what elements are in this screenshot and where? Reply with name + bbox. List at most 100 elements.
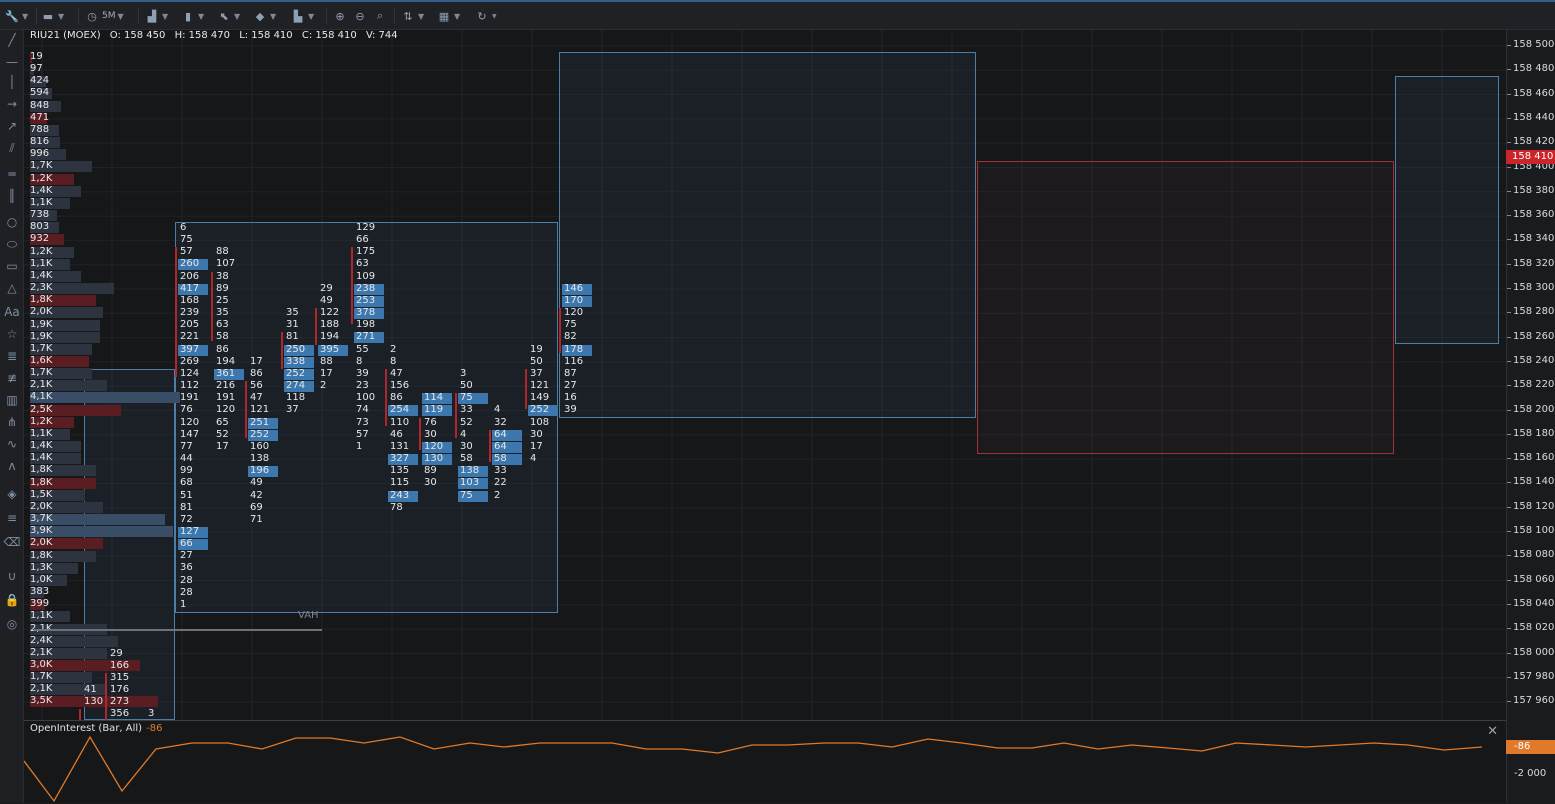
footprint-volume: 47 (390, 367, 403, 379)
profile-volume-label: 3,7K (30, 513, 53, 525)
zoom-in-button[interactable]: ⊕ (332, 6, 348, 26)
magnet-icon[interactable]: ∪ (4, 568, 20, 584)
footprint-volume: 269 (180, 355, 200, 367)
footprint-volume: 58 (460, 453, 473, 465)
delta-bar (315, 308, 317, 345)
profile-volume-label: 1,8K (30, 464, 53, 476)
footprint-volume: 1 (356, 440, 363, 452)
zoom-reset-button[interactable]: ⌕ (372, 6, 388, 26)
delta-bar (281, 332, 283, 369)
footprint-chart[interactable]: 19 97 424 594 848 471 788 816 996 1,7K 1,2K 1,4K 1,1… (24, 30, 1506, 720)
profile-volume-label: 3,9K (30, 525, 53, 537)
timeframe-selector[interactable]: ◷ 5M ▼ (84, 6, 123, 26)
vertical-line-icon[interactable]: │ (4, 74, 20, 90)
rectangle-icon[interactable]: ▭ (4, 258, 20, 274)
profile-volume-label: 848 (30, 99, 50, 111)
vah-line (34, 629, 322, 631)
footprint-volume: 239 (180, 307, 200, 319)
price-tick: 158 100 (1506, 525, 1555, 536)
horizontal-channel-icon[interactable]: ═ (4, 166, 20, 182)
ray-icon[interactable]: → (4, 96, 20, 112)
chevron-down-icon: ▼ (492, 12, 497, 20)
current-price-tag: 158 410 (1506, 150, 1555, 164)
channel-icon[interactable]: ⫽ (4, 140, 20, 156)
chevron-down-icon: ▼ (270, 11, 277, 21)
eraser-icon[interactable]: ⌫ (4, 534, 21, 550)
footprint-volume: 28 (180, 574, 193, 586)
text-icon[interactable]: Aa (4, 304, 20, 320)
footprint-volume: 75 (564, 319, 577, 331)
footprint-volume: 58 (216, 331, 229, 343)
footprint-volume: 254 (390, 404, 410, 416)
footprint-volume: 30 (424, 428, 437, 440)
footprint-volume: 122 (320, 307, 340, 319)
profile-volume-label: 2,5K (30, 403, 53, 415)
calendar-button[interactable]: ▦ ▼ (436, 6, 460, 26)
footprint-volume: 176 (110, 684, 130, 696)
fibonacci-icon[interactable]: ≢ (4, 370, 20, 386)
zoom-out-button[interactable]: ⊖ (352, 6, 368, 26)
bars-icon[interactable]: ▥ (4, 392, 20, 408)
triangle-icon[interactable]: △ (4, 280, 20, 296)
circle-icon[interactable]: ○ (4, 214, 20, 230)
horizontal-segment-icon[interactable]: — (4, 54, 20, 70)
footprint-volume: 65 (216, 416, 229, 428)
wave-icon[interactable]: ʌ (4, 458, 20, 474)
price-tick: 158 240 (1506, 354, 1555, 366)
ruler-icon[interactable]: ◈ (4, 486, 20, 502)
pitchfork-icon[interactable]: ⋔ (4, 414, 20, 430)
cursor-button[interactable]: ⬉ ▼ (216, 6, 240, 26)
price-tick: 158 140 (1506, 476, 1555, 488)
footprint-volume: 30 (460, 440, 473, 452)
footprint-volume: 17 (250, 355, 263, 367)
chevron-down-icon: ▼ (234, 11, 241, 21)
footprint-volume: 160 (250, 440, 270, 452)
lines-icon[interactable]: ≣ (4, 348, 20, 364)
folder-icon: ▬ (42, 9, 54, 23)
footprint-volume: 191 (216, 392, 236, 404)
footprint-volume: 33 (460, 404, 473, 416)
refresh-button[interactable]: ↻ ▼ (474, 6, 497, 26)
vah-label: VAH (298, 610, 319, 621)
profile-volume-label: 2,0K (30, 306, 53, 318)
chevron-down-icon: ▼ (454, 11, 461, 21)
footprint-volume: 77 (180, 440, 193, 452)
chart-type-button[interactable]: ▟ ▼ (144, 6, 168, 26)
footprint-volume: 6 (180, 222, 187, 233)
text-lines-icon[interactable]: ≡ (4, 510, 20, 526)
arrow-icon[interactable]: ↗ (4, 118, 20, 134)
footprint-volume: 17 (216, 440, 229, 452)
indicators-button[interactable]: ▮ ▼ (180, 6, 204, 26)
footprint-volume: 274 (286, 380, 306, 392)
price-tick: 158 000 (1506, 646, 1555, 658)
trend-line-icon[interactable]: ╱ (4, 32, 20, 48)
footprint-volume: 108 (530, 416, 550, 428)
price-tick: 158 340 (1506, 233, 1555, 245)
profile-volume-label: 1,4K (30, 269, 53, 281)
vertical-channel-icon[interactable]: ║ (4, 188, 20, 204)
footprint-volume: 17 (530, 440, 543, 452)
footprint-volume: 44 (180, 453, 193, 465)
open-layout-button[interactable]: ▬ ▼ (40, 6, 64, 26)
footprint-volume: 88 (320, 355, 333, 367)
sort-button[interactable]: ⇅ ▼ (400, 6, 424, 26)
footprint-volume: 81 (286, 331, 299, 343)
footprint-volume: 166 (110, 659, 130, 671)
footprint-volume: 22 (494, 477, 507, 489)
footprint-volume: 58 (494, 453, 507, 465)
eraser-button[interactable]: ◆ ▼ (252, 6, 276, 26)
path-icon[interactable]: ∿ (4, 436, 20, 452)
price-axis[interactable]: 158 500 158 480 158 460 158 440 158 420 158 4… (1506, 30, 1555, 803)
ellipse-icon[interactable]: ⬭ (4, 236, 20, 252)
price-tick: 158 500 (1506, 39, 1555, 50)
open-value: O: 158 450 (109, 30, 166, 41)
footprint-volume: 28 (180, 586, 193, 598)
star-icon[interactable]: ☆ (4, 326, 20, 342)
footprint-volume: 89 (216, 282, 229, 294)
volume-button[interactable]: ▙ ▼ (290, 6, 314, 26)
hide-icon[interactable]: ◎ (4, 616, 20, 632)
lock-icon[interactable]: 🔒 (4, 592, 20, 608)
footprint-volume: 131 (390, 440, 410, 452)
drawing-tools-menu[interactable]: 🔧 ▼ (4, 6, 28, 26)
refresh-icon: ↻ (477, 9, 487, 23)
